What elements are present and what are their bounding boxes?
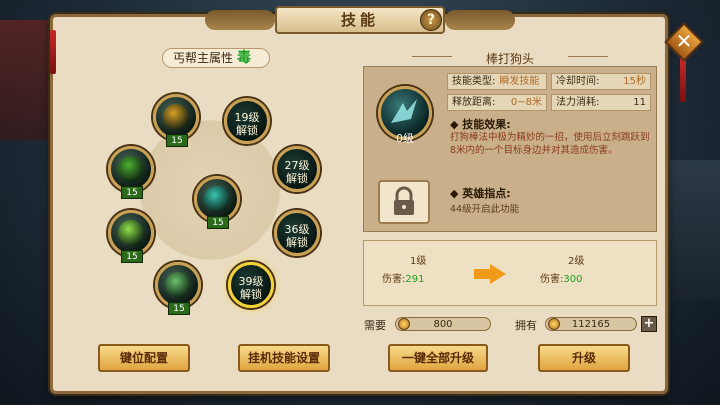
skill-level-badge: 15 [168,302,190,315]
unlock-level-text: 27级 解锁 [284,159,310,185]
damage-label: 伤害: [382,274,406,285]
stat-range-value: 0~8米 [510,97,542,108]
tassel-left [50,30,56,74]
compare-current-damage: 伤害:291 [382,270,424,285]
stat-type-label: 技能类型: [452,76,496,87]
help-button[interactable]: ? [420,9,442,31]
skill-slot-locked[interactable]: 19级 解锁 [224,98,270,144]
coin-icon [548,318,560,330]
close-icon[interactable]: ✕ [670,28,698,56]
compare-next-damage: 伤害:300 [540,270,582,285]
stat-mana: 法力消耗: 11 [551,94,651,111]
stat-range-label: 释放距离: [452,97,496,108]
skill-icon [204,186,230,212]
current-level: 0级 [396,132,414,145]
title-ornament-right [445,10,515,30]
effect-description: 打狗棒法中极为精妙的一招，使用后立刻跳跃到8米内的一个目标身边并对其造成伤害。 [450,132,650,156]
effect-title-text: 技能效果: [462,118,511,131]
damage-value: 291 [405,274,425,285]
skill-level-badge: 15 [166,134,188,147]
skill-icon [165,272,191,298]
unlock-level-text: 36级 解锁 [284,223,310,249]
unlock-level-text: 19级 解锁 [234,111,260,137]
stat-mana-label: 法力消耗: [556,97,600,108]
compare-current-level: 1级 [410,256,427,267]
stat-cooldown: 冷却时间: 15秒 [551,73,651,90]
skill-level-badge: 15 [121,186,143,199]
damage-value: 300 [563,274,583,285]
skill-name: 棒打狗头 [485,52,534,66]
hero-guide-title: ◆ 英雄指点: [450,187,511,200]
key-config-button[interactable]: 键位配置 [98,344,190,372]
unlock-level-text: 39级 解锁 [238,275,264,301]
divider [568,56,608,57]
skill-icon [163,104,189,130]
skill-icon [118,156,144,182]
skill-slot-locked[interactable]: 36级 解锁 [274,210,320,256]
skill-slot-locked[interactable]: 27级 解锁 [274,146,320,192]
coin-icon [398,318,410,330]
stat-cooldown-label: 冷却时间: [556,76,600,87]
cost-have-label: 拥有 [515,319,537,332]
upgrade-button[interactable]: 升级 [538,344,630,372]
hero-guide-desc: 44级开启此功能 [450,204,520,215]
attribute-value: 毒 [237,50,252,66]
main-attribute: 丐帮主属性毒 [162,48,270,68]
add-coin-button[interactable]: + [641,316,657,332]
damage-label: 伤害: [540,274,564,285]
tassel-right [680,58,686,102]
upgrade-all-button[interactable]: 一键全部升级 [388,344,488,372]
stat-mana-value: 11 [633,97,646,108]
title-ornament-left [205,10,275,30]
background-building [660,160,720,300]
skill-slot-locked[interactable]: 39级 解锁 [228,262,274,308]
arrow-right-icon [490,264,506,284]
divider [412,56,452,57]
skill-icon [118,220,144,246]
auto-skill-settings-button[interactable]: 挂机技能设置 [238,344,330,372]
lock-icon [394,186,414,215]
compare-next-level: 2级 [568,256,585,267]
cost-need-label: 需要 [364,319,386,332]
skill-level-badge: 15 [121,250,143,263]
stat-type-value: 瞬发技能 [499,76,540,87]
stat-cooldown-value: 15秒 [623,76,646,87]
hero-guide-lock [378,180,430,224]
attribute-label: 丐帮主属性 [173,51,234,65]
effect-title: ◆ 技能效果: [450,118,511,131]
hero-guide-title-text: 英雄指点: [462,187,511,200]
stat-range: 释放距离: 0~8米 [447,94,547,111]
skill-level-badge: 15 [207,216,229,229]
stat-type: 技能类型: 瞬发技能 [447,73,547,90]
